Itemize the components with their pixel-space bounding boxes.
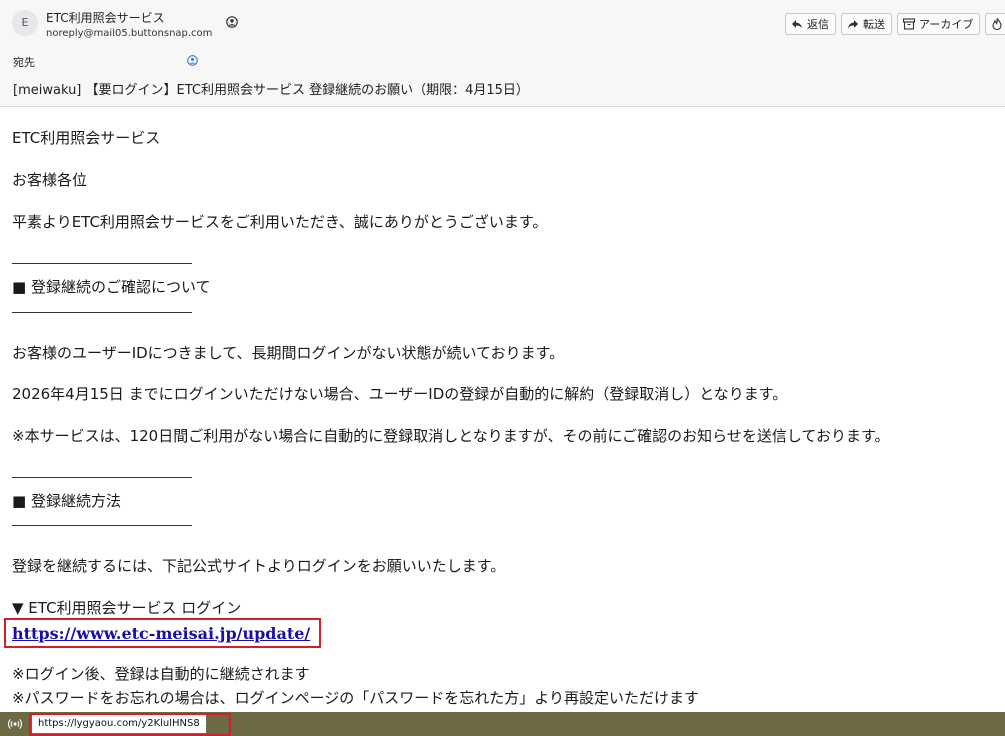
junk-flame-icon — [992, 18, 1002, 31]
divider — [12, 263, 192, 264]
paragraph-deadline: 2026年4月15日 までにログインいただけない場合、ユーザーIDの登録が自動的… — [12, 385, 788, 403]
message-body: ETC利用照会サービス お客様各位 平素よりETC利用照会サービスをご利用いただ… — [0, 107, 1005, 712]
intro-text: 平素よりETC利用照会サービスをご利用いただき、誠にありがとうございます。 — [12, 213, 548, 231]
broadcast-icon — [8, 719, 22, 729]
login-label: ▼ ETC利用照会サービス ログイン — [12, 599, 242, 617]
forward-icon — [848, 20, 858, 29]
paragraph-notice: ※本サービスは、120日間ご利用がない場合に自動的に登録取消しとなりますが、その… — [12, 427, 890, 445]
archive-label: アーカイブ — [919, 18, 974, 31]
divider — [12, 477, 192, 478]
forward-label: 転送 — [863, 18, 885, 31]
paragraph-instruction: 登録を継続するには、下記公式サイトよりログインをお願いいたします。 — [12, 557, 506, 575]
reply-icon — [792, 20, 802, 29]
divider — [12, 525, 192, 526]
divider — [12, 312, 192, 313]
recipient-icon[interactable] — [187, 55, 198, 66]
message-subject: [meiwaku] 【要ログイン】ETC利用照会サービス 登録継続のお願い（期限… — [13, 83, 529, 98]
highlight-box — [29, 713, 231, 736]
service-name: ETC利用照会サービス — [12, 129, 161, 147]
message-toolbar: 返信 転送 アーカイブ 迷 — [785, 13, 1005, 37]
archive-button[interactable]: アーカイブ — [897, 13, 981, 35]
add-contact-icon[interactable] — [226, 16, 238, 28]
archive-icon — [902, 18, 916, 30]
sender-email[interactable]: noreply@mail05.buttonsnap.com — [46, 28, 212, 39]
paragraph-inactive: お客様のユーザーIDにつきまして、長期間ログインがない状態が続いております。 — [12, 344, 565, 362]
note-auto-continue: ※ログイン後、登録は自動的に継続されます — [12, 665, 310, 683]
message-header: E ETC利用照会サービス noreply@mail05.buttonsnap.… — [0, 0, 1005, 107]
sender-name[interactable]: ETC利用照会サービス — [46, 9, 165, 26]
junk-button[interactable]: 迷 — [985, 13, 1005, 35]
reply-label: 返信 — [807, 18, 829, 31]
status-bar: https://lygyaou.com/y2KlulHNS8 — [0, 712, 1005, 736]
to-label: 宛先 — [13, 56, 35, 69]
section-title-confirmation: ■ 登録継続のご確認について — [12, 278, 211, 296]
reply-button[interactable]: 返信 — [785, 13, 836, 35]
note-password-reset: ※パスワードをお忘れの場合は、ログインページの「パスワードを忘れた方」より再設定… — [12, 689, 699, 707]
greeting: お客様各位 — [12, 171, 88, 189]
highlight-box — [4, 618, 321, 648]
sender-avatar: E — [12, 10, 38, 36]
section-title-method: ■ 登録継続方法 — [12, 492, 121, 510]
forward-button[interactable]: 転送 — [841, 13, 892, 35]
